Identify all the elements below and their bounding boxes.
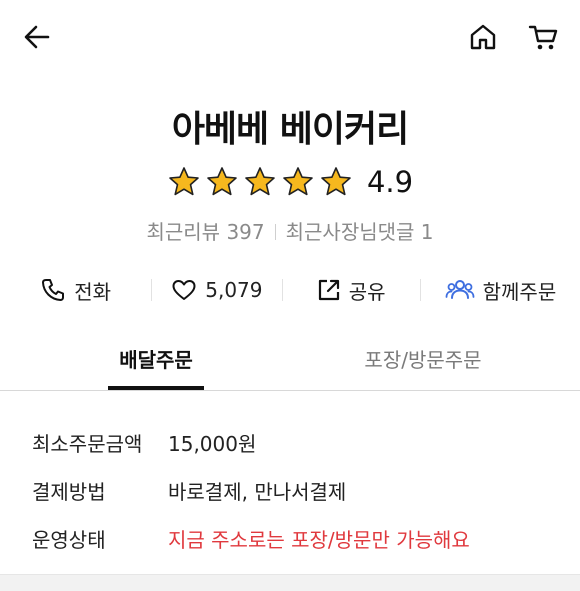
group-order-label: 함께주문 xyxy=(482,279,557,304)
info-label: 결제방법 xyxy=(32,479,106,504)
tab-delivery-label: 배달주문 xyxy=(119,348,193,372)
tab-delivery[interactable]: 배달주문 xyxy=(108,336,204,390)
store-actions: 전화 5,079 공유 함께주문 xyxy=(0,268,580,312)
order-type-tabs: 배달주문 포장/방문주문 xyxy=(0,336,580,391)
star-icon xyxy=(283,167,313,196)
info-value: 15,000원 xyxy=(168,431,257,456)
call-button[interactable]: 전화 xyxy=(0,268,151,312)
section-divider xyxy=(0,574,580,591)
top-navigation-bar xyxy=(0,0,580,74)
like-button[interactable]: 5,079 xyxy=(152,268,281,312)
recent-reviews-link[interactable]: 최근리뷰 397 xyxy=(146,220,264,244)
tab-pickup[interactable]: 포장/방문주문 xyxy=(340,336,506,390)
meta-divider xyxy=(274,224,276,240)
star-icon xyxy=(321,167,351,196)
info-label: 최소주문금액 xyxy=(32,431,143,456)
group-users-icon xyxy=(445,280,475,299)
store-name: 아베베 베이커리 xyxy=(171,109,409,150)
tab-pickup-label: 포장/방문주문 xyxy=(364,348,482,372)
operation-status-warning: 지금 주소로는 포장/방문만 가능해요 xyxy=(168,527,470,552)
cart-icon xyxy=(528,25,558,50)
back-button[interactable] xyxy=(18,18,56,56)
owner-replies-link[interactable]: 최근사장님댓글 1 xyxy=(286,220,434,244)
review-meta: 최근리뷰 397 최근사장님댓글 1 xyxy=(0,216,580,245)
rating-value: 4.9 xyxy=(366,165,414,199)
store-info: 최소주문금액 15,000원 결제방법 바로결제, 만나서결제 운영상태 지금 … xyxy=(32,418,552,562)
info-row-status: 운영상태 지금 주소로는 포장/방문만 가능해요 xyxy=(32,514,552,562)
call-label: 전화 xyxy=(74,279,112,304)
info-label: 운영상태 xyxy=(32,527,106,552)
cart-button[interactable] xyxy=(523,18,563,56)
share-icon xyxy=(318,279,339,301)
info-row-payment: 결제방법 바로결제, 만나서결제 xyxy=(32,466,552,514)
arrow-left-icon xyxy=(24,25,50,49)
star-icon xyxy=(245,167,275,196)
like-count: 5,079 xyxy=(205,278,263,302)
star-icon xyxy=(207,167,237,196)
share-label: 공유 xyxy=(348,279,386,304)
star-icon xyxy=(169,167,199,196)
heart-icon xyxy=(172,280,196,300)
info-row-min-order: 최소주문금액 15,000원 xyxy=(32,418,552,466)
rating-row: 4.9 xyxy=(0,160,580,204)
home-button[interactable] xyxy=(464,18,502,56)
home-icon xyxy=(470,24,496,50)
share-button[interactable]: 공유 xyxy=(283,268,420,312)
star-rating xyxy=(167,165,353,199)
info-value: 바로결제, 만나서결제 xyxy=(168,479,347,504)
group-order-button[interactable]: 함께주문 xyxy=(421,268,580,312)
phone-icon xyxy=(42,279,65,301)
